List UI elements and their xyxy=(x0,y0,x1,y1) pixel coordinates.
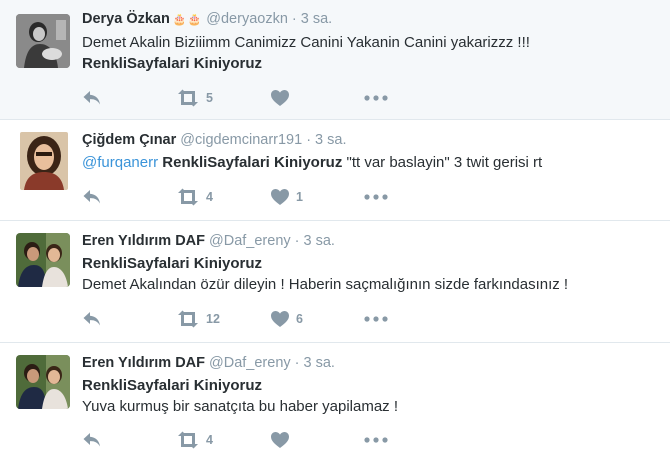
mention-link[interactable]: @furqanerr xyxy=(82,154,158,171)
author-name[interactable]: Eren Yıldırım DAF xyxy=(82,355,205,371)
avatar[interactable] xyxy=(20,132,68,190)
retweet-count: 5 xyxy=(206,91,213,105)
reply-button[interactable] xyxy=(82,188,176,206)
retweet-icon xyxy=(176,310,200,328)
hashtag-text[interactable]: RenkliSayfalari Kiniyoruz xyxy=(82,53,660,74)
birthday-badges: 🎂🎂 xyxy=(172,14,203,26)
like-button[interactable] xyxy=(270,89,364,107)
heart-icon xyxy=(270,188,290,206)
reply-button[interactable] xyxy=(82,310,176,328)
retweet-button[interactable]: 5 xyxy=(176,89,270,107)
retweet-count: 12 xyxy=(206,312,220,326)
reply-button[interactable] xyxy=(82,431,176,449)
like-button[interactable]: 6 xyxy=(270,310,364,328)
separator-dot: · xyxy=(291,11,297,27)
retweet-button[interactable]: 4 xyxy=(176,188,270,206)
hashtag-text[interactable]: RenkliSayfalari Kiniyoruz xyxy=(82,253,660,274)
reply-button[interactable] xyxy=(82,89,176,107)
reply-icon xyxy=(82,431,102,449)
tweet-text-rest: "tt var baslayin" 3 twit gerisi rt xyxy=(346,154,543,171)
more-button[interactable] xyxy=(364,316,458,322)
reply-icon xyxy=(82,89,102,107)
like-count: 6 xyxy=(296,312,303,326)
author-handle[interactable]: @cigdemcinarr191 xyxy=(180,132,302,148)
tweet[interactable]: Eren Yıldırım DAF @Daf_ereny · 3 sa. Renkli… xyxy=(0,221,670,343)
retweet-icon xyxy=(176,89,200,107)
tweet-actions: 12 6 xyxy=(82,309,458,329)
tweet[interactable]: Çiğdem Çınar @cigdemcinarr191 · 3 sa. @furq… xyxy=(0,120,670,221)
reply-icon xyxy=(82,310,102,328)
timeline: Derya Özkan 🎂🎂 @deryaozkn · 3 sa. Demet Akal… xyxy=(0,0,670,465)
tweet[interactable]: Derya Özkan 🎂🎂 @deryaozkn · 3 sa. Demet Akal… xyxy=(0,0,670,120)
more-icon xyxy=(364,316,388,322)
tweet-text: Demet Akalin Biziiimm Canimizz Canini Ya… xyxy=(82,32,660,74)
tweet-header: Eren Yıldırım DAF @Daf_ereny · 3 sa. xyxy=(82,232,660,250)
separator-dot: · xyxy=(306,132,312,148)
heart-icon xyxy=(270,431,290,449)
author-handle[interactable]: @Daf_ereny xyxy=(209,355,291,371)
heart-icon xyxy=(270,310,290,328)
like-count: 1 xyxy=(296,190,303,204)
author-handle[interactable]: @deryaozkn xyxy=(206,11,288,27)
tweet-text: @furqanerr RenkliSayfalari Kiniyoruz "tt… xyxy=(82,152,660,173)
avatar[interactable] xyxy=(16,14,70,68)
retweet-icon xyxy=(176,188,200,206)
tweet-text-line: Demet Akalından özür dileyin ! Haberin s… xyxy=(82,276,569,293)
tweet-text-line: Demet Akalin Biziiimm Canimizz Canini Ya… xyxy=(82,34,530,51)
retweet-icon xyxy=(176,431,200,449)
separator-dot: · xyxy=(294,355,300,371)
like-button[interactable] xyxy=(270,431,364,449)
retweet-count: 4 xyxy=(206,190,213,204)
tweet-time[interactable]: 3 sa. xyxy=(301,11,332,27)
reply-icon xyxy=(82,188,102,206)
more-icon xyxy=(364,437,388,443)
tweet-actions: 4 xyxy=(82,430,458,450)
more-button[interactable] xyxy=(364,437,458,443)
author-handle[interactable]: @Daf_ereny xyxy=(209,233,291,249)
more-button[interactable] xyxy=(364,95,458,101)
tweet-text-line: Yuva kurmuş bir sanatçıta bu haber yapil… xyxy=(82,398,398,415)
tweet-header: Eren Yıldırım DAF @Daf_ereny · 3 sa. xyxy=(82,354,660,372)
hashtag-text[interactable]: RenkliSayfalari Kiniyoruz xyxy=(82,375,660,396)
avatar[interactable] xyxy=(16,233,70,287)
author-name[interactable]: Çiğdem Çınar xyxy=(82,132,176,148)
tweet-actions: 5 xyxy=(82,88,458,108)
like-button[interactable]: 1 xyxy=(270,188,364,206)
more-icon xyxy=(364,194,388,200)
retweet-button[interactable]: 12 xyxy=(176,310,270,328)
avatar[interactable] xyxy=(16,355,70,409)
separator-dot: · xyxy=(294,233,300,249)
tweet-time[interactable]: 3 sa. xyxy=(303,355,334,371)
author-name[interactable]: Eren Yıldırım DAF xyxy=(82,233,205,249)
hashtag-text[interactable]: RenkliSayfalari Kiniyoruz xyxy=(162,154,342,171)
retweet-count: 4 xyxy=(206,433,213,447)
tweet-time[interactable]: 3 sa. xyxy=(315,132,346,148)
author-name[interactable]: Derya Özkan xyxy=(82,11,170,27)
tweet-header: Çiğdem Çınar @cigdemcinarr191 · 3 sa. xyxy=(82,131,660,149)
retweet-button[interactable]: 4 xyxy=(176,431,270,449)
tweet-actions: 4 1 xyxy=(82,187,458,207)
tweet-text: RenkliSayfalari Kiniyoruz Demet Akalında… xyxy=(82,253,660,295)
tweet[interactable]: Eren Yıldırım DAF @Daf_ereny · 3 sa. Renkli… xyxy=(0,343,670,465)
tweet-header: Derya Özkan 🎂🎂 @deryaozkn · 3 sa. xyxy=(82,10,660,29)
tweet-text: RenkliSayfalari Kiniyoruz Yuva kurmuş bi… xyxy=(82,375,660,417)
heart-icon xyxy=(270,89,290,107)
more-button[interactable] xyxy=(364,194,458,200)
more-icon xyxy=(364,95,388,101)
tweet-time[interactable]: 3 sa. xyxy=(303,233,334,249)
